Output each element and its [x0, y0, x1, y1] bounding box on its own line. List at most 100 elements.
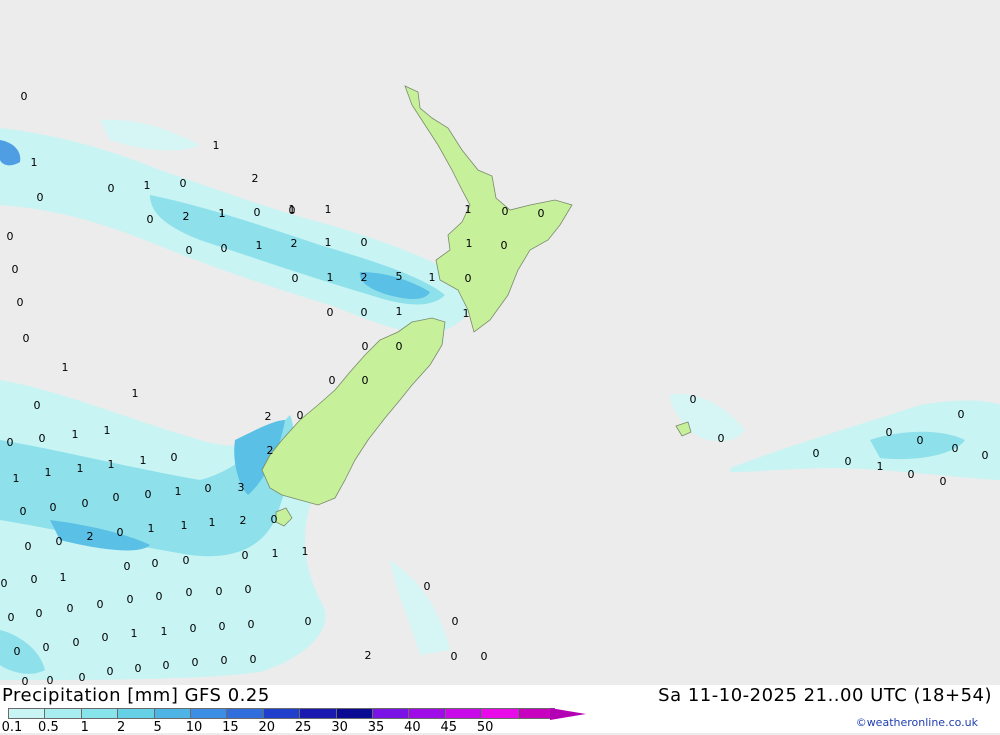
precip-value-label: 0: [79, 671, 86, 684]
precip-value-label: 0: [502, 205, 509, 218]
precip-value-label: 0: [180, 177, 187, 190]
precip-value-label: 1: [219, 207, 226, 220]
precip-value-label: 0: [452, 615, 459, 628]
legend-swatch: [80, 708, 119, 719]
precip-value-label: 0: [908, 468, 915, 481]
precip-value-label: 0: [190, 622, 197, 635]
precip-value-label: 0: [297, 409, 304, 422]
precip-value-label: 1: [466, 237, 473, 250]
precip-value-label: 0: [25, 540, 32, 553]
precip-value-label: 1: [45, 466, 52, 479]
precip-value-label: 0: [186, 586, 193, 599]
precip-value-label: 0: [97, 598, 104, 611]
precip-value-label: 0: [34, 399, 41, 412]
precip-value-label: 0: [952, 442, 959, 455]
precip-value-label: 1: [131, 627, 138, 640]
precip-value-label: 0: [23, 332, 30, 345]
precip-value-label: 0: [982, 449, 989, 462]
precip-value-label: 1: [181, 519, 188, 532]
precip-value-label: 0: [886, 426, 893, 439]
precip-value-label: 1: [209, 516, 216, 529]
map-title: Precipitation [mm] GFS 0.25: [2, 685, 270, 706]
precip-value-label: 0: [718, 432, 725, 445]
legend-swatch: [8, 708, 46, 719]
legend-swatch: [372, 708, 410, 719]
credit-link[interactable]: ©weatheronline.co.uk: [856, 716, 978, 729]
precip-value-label: 0: [940, 475, 947, 488]
precip-value-label: 0: [917, 434, 924, 447]
precip-value-label: 0: [124, 560, 131, 573]
precip-value-label: 1: [465, 203, 472, 216]
precip-value-label: 1: [877, 460, 884, 473]
legend-swatch: [444, 708, 483, 719]
precip-value-label: 0: [36, 607, 43, 620]
precip-value-label: 0: [20, 505, 27, 518]
precip-value-label: 1: [77, 462, 84, 475]
precip-value-label: 0: [501, 239, 508, 252]
precip-value-label: 1: [325, 203, 332, 216]
precip-value-label: 0: [1, 577, 8, 590]
precip-value-label: 1: [13, 472, 20, 485]
precip-value-label: 0: [135, 662, 142, 675]
precip-value-label: 1: [140, 454, 147, 467]
precip-value-label: 0: [538, 207, 545, 220]
precip-value-label: 3: [238, 481, 245, 494]
precip-value-label: 0: [171, 451, 178, 464]
precip-value-label: 0: [690, 393, 697, 406]
legend-swatch: [299, 708, 337, 719]
precip-value-label: 0: [43, 641, 50, 654]
precip-value-label: 2: [252, 172, 259, 185]
legend-swatch: [226, 708, 264, 719]
precip-value-label: 1: [132, 387, 139, 400]
precip-value-label: 0: [21, 90, 28, 103]
precip-value-label: 0: [50, 501, 57, 514]
precip-value-label: 0: [361, 306, 368, 319]
precip-value-label: 2: [87, 530, 94, 543]
precip-value-label: 1: [289, 203, 296, 216]
legend-swatch: [408, 708, 446, 719]
precip-value-label: 1: [302, 545, 309, 558]
precip-value-label: 0: [47, 674, 54, 685]
precip-value-label: 0: [254, 206, 261, 219]
precip-value-label: 0: [192, 656, 199, 669]
precip-value-label: 1: [429, 271, 436, 284]
precip-value-label: 0: [14, 645, 21, 658]
precip-value-label: 1: [325, 236, 332, 249]
precip-value-label: 0: [163, 659, 170, 672]
precip-value-label: 0: [221, 242, 228, 255]
precip-value-label: 1: [272, 547, 279, 560]
precip-value-label: 0: [145, 488, 152, 501]
precip-value-label: 0: [465, 272, 472, 285]
precip-value-label: 2: [240, 514, 247, 527]
precip-value-label: 0: [7, 436, 14, 449]
precip-value-label: 1: [104, 424, 111, 437]
precip-value-label: 1: [60, 571, 67, 584]
precip-value-label: 0: [305, 615, 312, 628]
precip-value-label: 0: [8, 611, 15, 624]
precip-value-label: 0: [152, 557, 159, 570]
precip-value-label: 0: [362, 374, 369, 387]
precip-value-label: 0: [82, 497, 89, 510]
legend-swatch: [262, 708, 301, 719]
precip-value-label: 0: [7, 230, 14, 243]
precip-value-label: 1: [148, 522, 155, 535]
precip-value-label: 1: [213, 139, 220, 152]
precip-value-label: 0: [250, 653, 257, 666]
precip-value-label: 0: [17, 296, 24, 309]
legend-swatch: [190, 708, 228, 719]
precip-value-label: 0: [102, 631, 109, 644]
precip-value-label: 0: [12, 263, 19, 276]
precip-value-label: 0: [156, 590, 163, 603]
precip-value-label: 1: [161, 625, 168, 638]
legend-arrow-icon: [550, 708, 586, 720]
precip-value-label: 1: [62, 361, 69, 374]
precip-value-label: 0: [221, 654, 228, 667]
precip-value-label: 2: [267, 444, 274, 457]
map-canvas: 0 1 0 0 1 0 0 1 0 2 1 0 0 1 0 0 1 2 1 0 0 1 2 5 1 0 0 0 1 1 0 0 0 0 0 0 0 1 1 0…: [0, 0, 1000, 688]
precip-value-label: 0: [73, 636, 80, 649]
precip-value-label: 1: [175, 485, 182, 498]
precip-value-label: 2: [183, 210, 190, 223]
precip-value-label: 1: [72, 428, 79, 441]
precipitation-map: 0 1 0 0 1 0 0 1 0 2 1 0 0 1 0 0 1 2 1 0 0 1 2 5 1 0 0 0 1 1 0 0 0 0 0 0 0 1 1 0…: [0, 0, 1000, 688]
precip-value-label: 2: [265, 410, 272, 423]
